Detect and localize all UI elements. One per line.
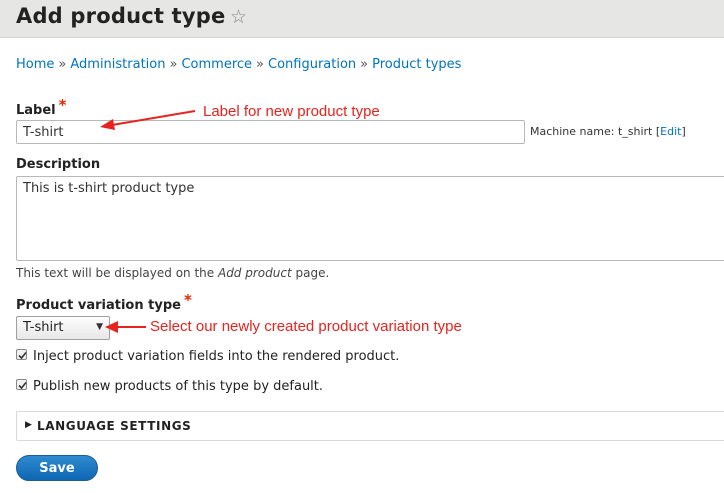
inject-fields-checkbox[interactable] [16,349,27,360]
machine-name-prefix: Machine name: t_shirt [ [530,125,661,138]
publish-default-checkbox[interactable] [16,379,27,390]
variation-type-selected: T-shirt [23,320,64,335]
description-textarea[interactable]: This is t-shirt product type [16,176,724,261]
machine-name-edit-link[interactable]: Edit [660,125,681,138]
breadcrumb: Home» Administration» Commerce» Configurati… [16,57,461,72]
required-marker: * [183,291,192,309]
language-settings-details[interactable]: ▶ LANGUAGE SETTINGS [16,411,724,441]
help-text-suffix: page. [291,266,330,280]
inject-fields-label: Inject product variation fields into the… [33,349,400,364]
label-field-title: Label * [16,96,67,118]
label-input[interactable] [16,120,525,144]
breadcrumb-separator: » [360,57,369,72]
page-header: Add product type ☆ [0,0,724,38]
label-title-text: Label [16,103,56,118]
required-marker: * [58,96,67,114]
machine-name-suffix: ] [681,125,686,138]
checkmark-icon [18,351,27,360]
breadcrumb-configuration[interactable]: Configuration [268,57,356,72]
variation-type-field-title: Product variation type * [16,291,192,313]
machine-name: Machine name: t_shirt [Edit] [530,125,686,138]
checkmark-icon [18,381,27,390]
variation-type-select[interactable]: T-shirt ▼ [16,316,110,340]
inject-fields-checkbox-row: Inject product variation fields into the… [16,349,399,364]
breadcrumb-separator: » [169,57,178,72]
publish-default-label: Publish new products of this type by def… [33,379,324,394]
star-icon[interactable]: ☆ [230,6,247,28]
breadcrumb-home[interactable]: Home [16,57,54,72]
breadcrumb-product-types[interactable]: Product types [372,57,461,72]
publish-default-checkbox-row: Publish new products of this type by def… [16,379,323,394]
chevron-down-icon: ▼ [96,322,103,332]
variation-type-title-text: Product variation type [16,298,181,313]
arrow-icon [105,321,146,333]
breadcrumb-commerce[interactable]: Commerce [181,57,252,72]
help-text-emphasis: Add product [217,266,292,280]
breadcrumb-separator: » [58,57,67,72]
language-settings-summary[interactable]: LANGUAGE SETTINGS [37,419,191,433]
page-title: Add product type [16,4,226,28]
triangle-right-icon: ▶ [25,420,32,430]
annotation-variation-note: Select our newly created product variati… [150,318,462,335]
save-button[interactable]: Save [16,455,98,481]
breadcrumb-administration[interactable]: Administration [70,57,165,72]
breadcrumb-separator: » [256,57,264,72]
help-text-prefix: This text will be displayed on the [16,266,218,280]
description-field-title: Description [16,157,101,172]
description-help-text: This text will be displayed on the Add p… [16,266,329,280]
annotation-label-note: Label for new product type [203,103,380,120]
